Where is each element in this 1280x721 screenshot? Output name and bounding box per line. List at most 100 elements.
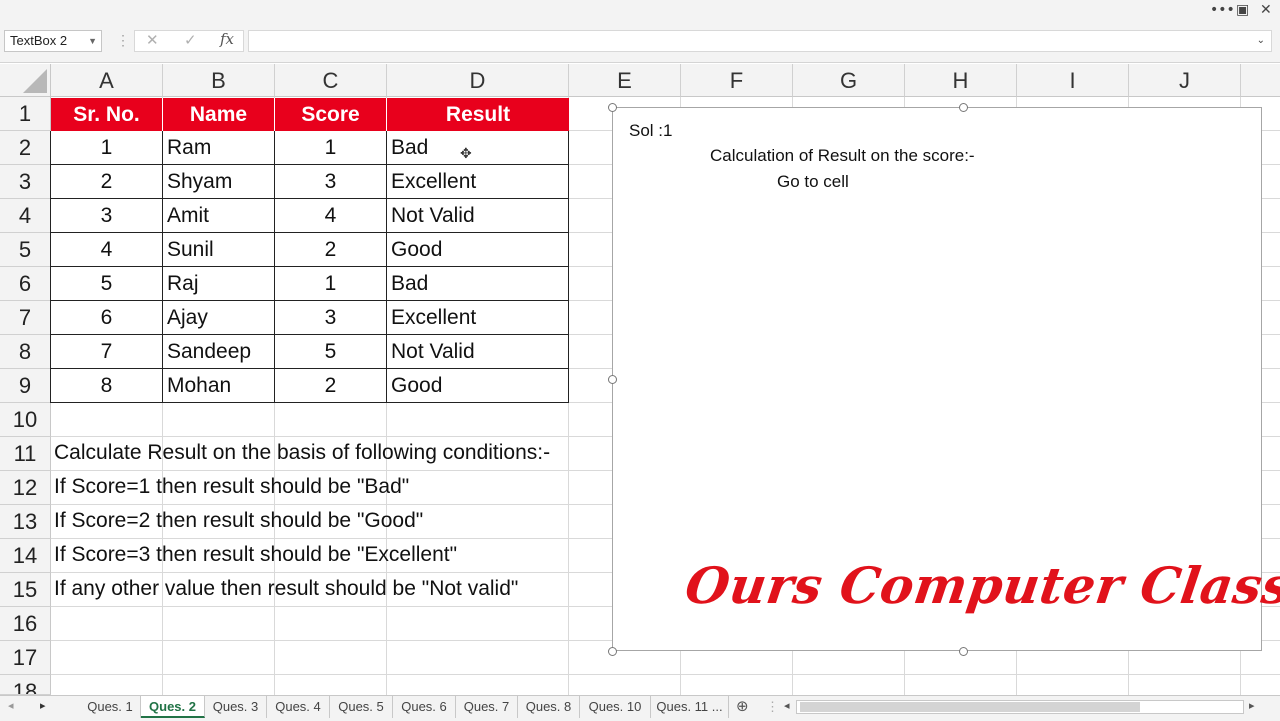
resize-handle[interactable] (608, 647, 617, 656)
resize-handle[interactable] (608, 375, 617, 384)
sheet-tab[interactable]: Ques. 6 (393, 696, 456, 718)
table-cell[interactable]: 3 (275, 301, 387, 335)
column-header-d[interactable]: D (387, 64, 569, 97)
table-cell[interactable]: Not Valid (387, 199, 569, 233)
table-cell[interactable]: Sandeep (163, 335, 275, 369)
instruction-line[interactable]: If Score=2 then result should be "Good" (54, 509, 423, 533)
table-cell[interactable]: 7 (51, 335, 163, 369)
table-cell[interactable]: Not Valid (387, 335, 569, 369)
expand-formula-icon[interactable]: ⌄ (1257, 35, 1265, 46)
column-header-i[interactable]: I (1017, 64, 1129, 97)
add-sheet-icon[interactable]: ⊕ (736, 697, 749, 715)
table-cell[interactable]: Excellent (387, 165, 569, 199)
table-header-result[interactable]: Result (387, 98, 569, 131)
row-header-1[interactable]: 1 (0, 97, 51, 131)
column-header-e[interactable]: E (569, 64, 681, 97)
table-cell[interactable]: 1 (275, 131, 387, 165)
instruction-line[interactable]: If Score=3 then result should be "Excell… (54, 543, 457, 567)
row-header-12[interactable]: 12 (0, 471, 51, 505)
column-header-c[interactable]: C (275, 64, 387, 97)
table-header-sr-no[interactable]: Sr. No. (51, 98, 163, 131)
sheet-tab[interactable]: Ques. 10 (580, 696, 651, 718)
column-header-j[interactable]: J (1129, 64, 1241, 97)
restore-icon[interactable]: ▣ (1236, 2, 1249, 18)
table-cell[interactable]: Shyam (163, 165, 275, 199)
table-cell[interactable]: Ram (163, 131, 275, 165)
table-cell[interactable]: 2 (275, 369, 387, 403)
sheet-tab[interactable]: Ques. 1 (80, 696, 141, 718)
row-header-10[interactable]: 10 (0, 403, 51, 437)
resize-handle[interactable] (959, 647, 968, 656)
resize-handle[interactable] (959, 103, 968, 112)
formula-input[interactable]: ⌄ (248, 30, 1272, 52)
sheet-tab[interactable]: Ques. 7 (456, 696, 518, 718)
row-header-8[interactable]: 8 (0, 335, 51, 369)
row-header-11[interactable]: 11 (0, 437, 51, 471)
column-header-b[interactable]: B (163, 64, 275, 97)
row-header-13[interactable]: 13 (0, 505, 51, 539)
scrollbar-thumb[interactable] (800, 702, 1140, 712)
sheet-tab[interactable]: Ques. 8 (518, 696, 580, 718)
row-header-5[interactable]: 5 (0, 233, 51, 267)
select-all-corner[interactable] (0, 64, 51, 97)
row-header-2[interactable]: 2 (0, 131, 51, 165)
column-header-a[interactable]: A (51, 64, 163, 97)
row-header-6[interactable]: 6 (0, 267, 51, 301)
sheet-tab[interactable]: Ques. 4 (267, 696, 330, 718)
enter-icon[interactable]: ✓ (184, 31, 197, 49)
next-sheet-icon[interactable]: ▸ (40, 699, 46, 712)
close-icon[interactable]: ✕ (1260, 2, 1272, 18)
sheet-tab[interactable]: Ques. 3 (205, 696, 267, 718)
row-header-14[interactable]: 14 (0, 539, 51, 573)
table-cell[interactable]: 4 (51, 233, 163, 267)
table-cell[interactable]: 5 (275, 335, 387, 369)
table-header-score[interactable]: Score (275, 98, 387, 131)
resize-handle[interactable] (608, 103, 617, 112)
table-cell[interactable]: Sunil (163, 233, 275, 267)
table-cell[interactable]: 3 (275, 165, 387, 199)
tab-splitter[interactable]: ⋮ (766, 699, 779, 715)
more-options-icon[interactable]: ••• (1210, 2, 1235, 18)
row-header-4[interactable]: 4 (0, 199, 51, 233)
table-cell[interactable]: Good (387, 369, 569, 403)
table-cell[interactable]: Good (387, 233, 569, 267)
row-header-7[interactable]: 7 (0, 301, 51, 335)
table-cell[interactable]: Amit (163, 199, 275, 233)
table-cell[interactable]: 3 (51, 199, 163, 233)
sheet-tab[interactable]: Ques. 11 ... (651, 696, 729, 718)
table-cell[interactable]: Ajay (163, 301, 275, 335)
column-header-g[interactable]: G (793, 64, 905, 97)
column-header-f[interactable]: F (681, 64, 793, 97)
table-cell[interactable]: Bad (387, 131, 569, 165)
column-header-h[interactable]: H (905, 64, 1017, 97)
table-cell[interactable]: 1 (51, 131, 163, 165)
row-header-18[interactable]: 18 (0, 675, 51, 695)
instruction-line[interactable]: Calculate Result on the basis of followi… (54, 441, 550, 465)
table-cell[interactable]: Mohan (163, 369, 275, 403)
scroll-right-icon[interactable]: ▸ (1249, 699, 1255, 712)
insert-function-icon[interactable]: fx (220, 30, 234, 48)
table-cell[interactable]: 2 (275, 233, 387, 267)
table-cell[interactable]: 8 (51, 369, 163, 403)
table-cell[interactable]: Raj (163, 267, 275, 301)
chevron-down-icon[interactable]: ▼ (88, 31, 97, 51)
prev-sheet-icon[interactable]: ◂ (8, 699, 14, 712)
table-cell[interactable]: 5 (51, 267, 163, 301)
instruction-line[interactable]: If Score=1 then result should be "Bad" (54, 475, 409, 499)
table-cell[interactable]: 6 (51, 301, 163, 335)
table-cell[interactable]: Excellent (387, 301, 569, 335)
row-header-15[interactable]: 15 (0, 573, 51, 607)
scroll-left-icon[interactable]: ◂ (784, 699, 790, 712)
instruction-line[interactable]: If any other value then result should be… (54, 577, 518, 601)
row-header-16[interactable]: 16 (0, 607, 51, 641)
table-cell[interactable]: 4 (275, 199, 387, 233)
row-header-3[interactable]: 3 (0, 165, 51, 199)
cancel-icon[interactable]: ✕ (146, 31, 159, 49)
row-header-9[interactable]: 9 (0, 369, 51, 403)
table-cell[interactable]: 2 (51, 165, 163, 199)
name-box[interactable]: TextBox 2 ▼ (4, 30, 102, 52)
table-header-name[interactable]: Name (163, 98, 275, 131)
sheet-tab-active[interactable]: Ques. 2 (141, 696, 205, 718)
table-cell[interactable]: 1 (275, 267, 387, 301)
row-header-17[interactable]: 17 (0, 641, 51, 675)
